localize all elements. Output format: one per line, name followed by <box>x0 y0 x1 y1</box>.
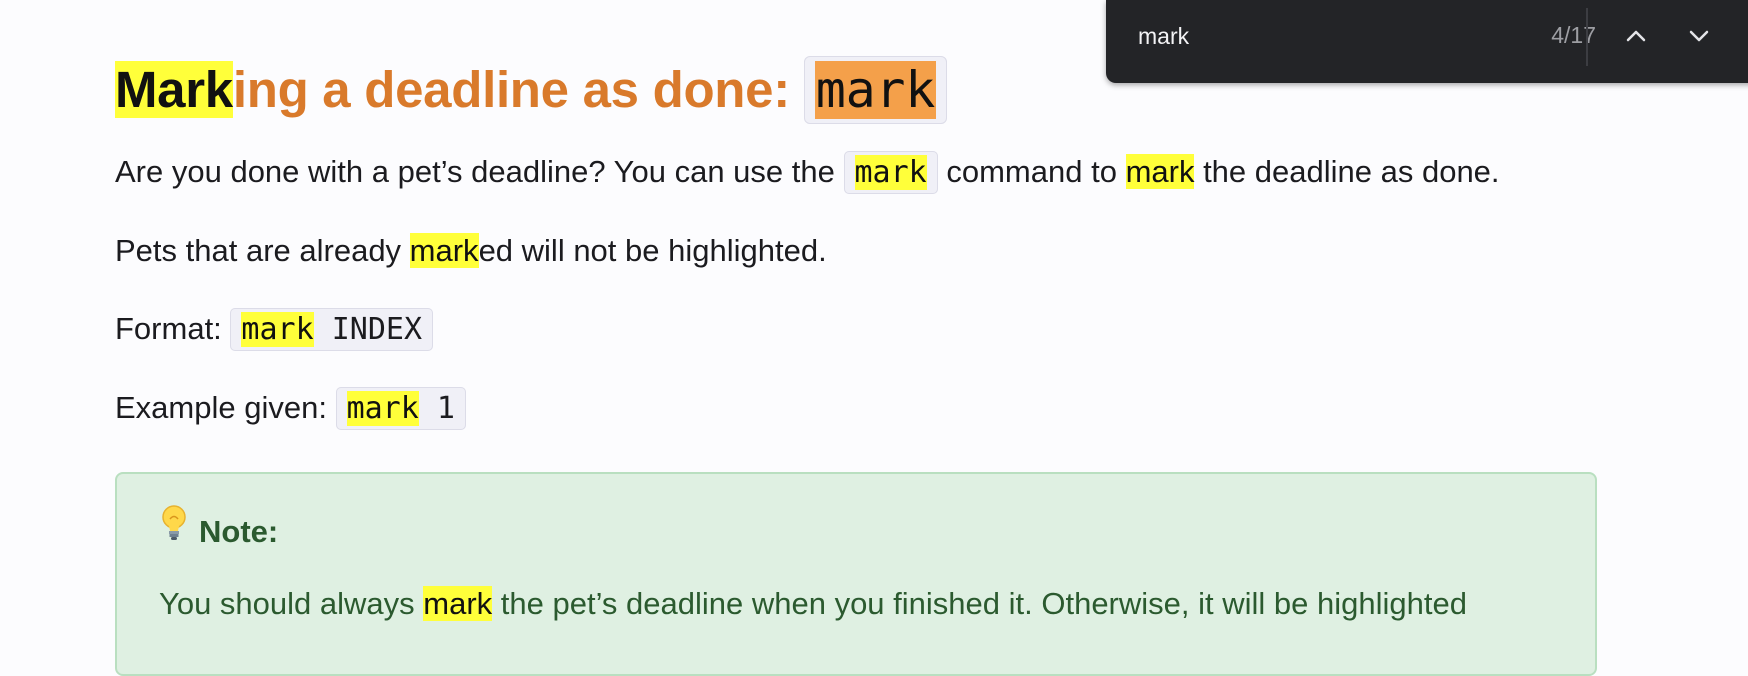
inline-code: mark <box>843 151 938 194</box>
next-match-button[interactable] <box>1679 18 1719 54</box>
text-segment: command to <box>937 154 1126 189</box>
description-paragraph: Are you done with a pet’s deadline? You … <box>115 150 1595 195</box>
search-match-highlight: mark <box>346 391 419 426</box>
search-match-highlight: mark <box>241 312 314 347</box>
find-in-page-bar: 4/17 <box>1106 0 1748 83</box>
format-code: mark INDEX <box>230 308 434 351</box>
chevron-up-icon <box>1626 30 1646 42</box>
find-input[interactable] <box>1136 17 1410 55</box>
format-label: Format: <box>115 311 231 346</box>
page-title-text: ing a deadline as done: <box>232 61 804 118</box>
search-match-highlight: mark <box>854 155 927 190</box>
example-code: mark 1 <box>335 387 466 430</box>
text-segment: the deadline as done. <box>1194 154 1500 189</box>
text-segment: the pet’s deadline when you finished it.… <box>492 586 1467 621</box>
current-search-match: mark <box>814 61 936 119</box>
format-paragraph: Format: mark INDEX <box>115 307 1595 352</box>
search-match-highlight: mark <box>423 586 493 621</box>
example-label: Example given: <box>115 390 336 425</box>
text-segment: ed will not be highlighted. <box>478 233 827 268</box>
code-segment: INDEX <box>313 312 423 347</box>
chevron-down-icon <box>1689 30 1709 42</box>
text-segment: You should always <box>159 586 424 621</box>
search-match-highlight: mark <box>1125 154 1195 189</box>
note-title: Note: <box>159 504 278 554</box>
divider <box>1586 8 1588 66</box>
note-body: You should always mark the pet’s deadlin… <box>159 582 1467 626</box>
search-match-highlight: Mark <box>115 61 233 118</box>
command-code: mark <box>803 56 947 124</box>
lightbulb-icon <box>159 504 189 554</box>
text-segment: Are you done with a pet’s deadline? You … <box>115 154 844 189</box>
note-title-text: Note: <box>199 514 279 549</box>
note-box: Note: You should always mark the pet’s d… <box>115 472 1597 676</box>
search-match-highlight: mark <box>409 233 479 268</box>
match-count: 4/17 <box>1551 22 1596 48</box>
main-content: Marking a deadline as done: mark Are you… <box>115 52 1595 465</box>
previous-match-button[interactable] <box>1616 18 1656 54</box>
marked-pets-paragraph: Pets that are already marked will not be… <box>115 229 1595 273</box>
code-segment: 1 <box>418 391 455 426</box>
example-paragraph: Example given: mark 1 <box>115 386 1595 431</box>
text-segment: Pets that are already <box>115 233 410 268</box>
